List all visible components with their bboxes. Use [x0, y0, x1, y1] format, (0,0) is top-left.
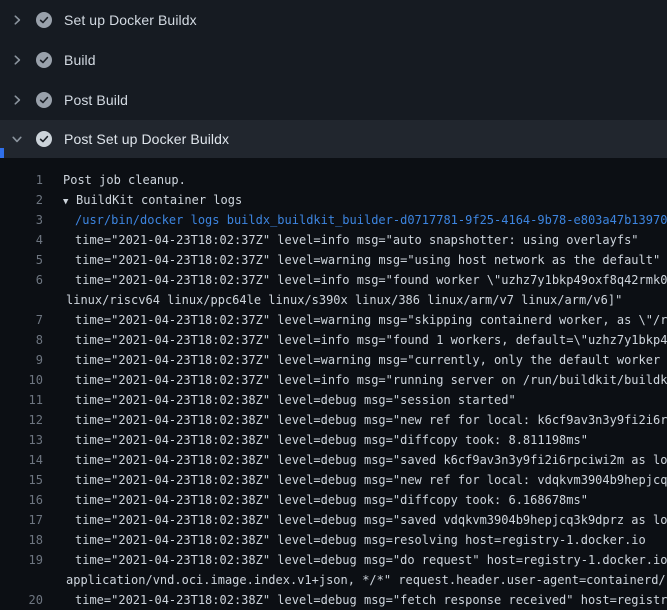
log-line: 18 time="2021-04-23T18:02:38Z" level=debu… [0, 530, 667, 550]
steps-list: Set up Docker Buildx Build Post Build Post … [0, 0, 667, 158]
chevron-down-icon [11, 133, 23, 145]
log-line-text: time="2021-04-23T18:02:37Z" level=warnin… [75, 353, 667, 367]
step-row-post-set-up-docker-buildx[interactable]: Post Set up Docker Buildx [0, 120, 667, 158]
log-line: 10 time="2021-04-23T18:02:37Z" level=info… [0, 370, 667, 390]
log-line-number[interactable]: 4 [0, 230, 43, 250]
log-line-text: time="2021-04-23T18:02:38Z" level=debug … [75, 553, 667, 567]
log-command-text: /usr/bin/docker logs buildx_buildkit_bui… [75, 213, 667, 227]
log-line-text: Post job cleanup. [63, 173, 186, 187]
check-circle-icon [36, 12, 52, 28]
check-circle-icon [36, 131, 52, 147]
log-line: 9 time="2021-04-23T18:02:37Z" level=warni… [0, 350, 667, 370]
log-line-number[interactable]: 2 [0, 190, 43, 210]
log-line: 16 time="2021-04-23T18:02:38Z" level=debu… [0, 490, 667, 510]
log-line: 7 time="2021-04-23T18:02:37Z" level=warni… [0, 310, 667, 330]
log-line-text: time="2021-04-23T18:02:37Z" level=info m… [75, 273, 667, 287]
log-line-number[interactable]: 12 [0, 410, 43, 430]
check-circle-icon [36, 52, 52, 68]
check-circle-icon [36, 92, 52, 108]
log-line-text: time="2021-04-23T18:02:37Z" level=info m… [75, 333, 667, 347]
log-line: 12 time="2021-04-23T18:02:38Z" level=debu… [0, 410, 667, 430]
log-line-number [0, 290, 43, 310]
log-line: 6 time="2021-04-23T18:02:37Z" level=info … [0, 270, 667, 290]
log-line-number[interactable]: 9 [0, 350, 43, 370]
log-line-text: time="2021-04-23T18:02:38Z" level=debug … [75, 453, 667, 467]
log-line-number[interactable]: 6 [0, 270, 43, 290]
log-line-text: time="2021-04-23T18:02:37Z" level=info m… [75, 233, 639, 247]
log-line: 1 Post job cleanup. [0, 170, 667, 190]
log-line: 3/usr/bin/docker logs buildx_buildkit_bu… [0, 210, 667, 230]
log-line-text: linux/riscv64 linux/ppc64le linux/s390x … [66, 293, 622, 307]
step-row-build[interactable]: Build [0, 40, 667, 80]
log-line-text: time="2021-04-23T18:02:38Z" level=debug … [75, 413, 667, 427]
step-row-post-build[interactable]: Post Build [0, 80, 667, 120]
log-line-number[interactable]: 18 [0, 530, 43, 550]
log-line: 20 time="2021-04-23T18:02:38Z" level=debu… [0, 590, 667, 610]
log-line: 4 time="2021-04-23T18:02:37Z" level=info … [0, 230, 667, 250]
log-line-number[interactable]: 5 [0, 250, 43, 270]
log-line: 13 time="2021-04-23T18:02:38Z" level=debu… [0, 430, 667, 450]
log-line-number[interactable]: 17 [0, 510, 43, 530]
log-line: 8 time="2021-04-23T18:02:37Z" level=info … [0, 330, 667, 350]
log-line-text: time="2021-04-23T18:02:38Z" level=debug … [75, 513, 667, 527]
log-line-number[interactable]: 20 [0, 590, 43, 610]
log-line-number[interactable]: 16 [0, 490, 43, 510]
log-line-text: time="2021-04-23T18:02:38Z" level=debug … [75, 473, 667, 487]
log-line-continuation: linux/riscv64 linux/ppc64le linux/s390x … [0, 290, 667, 310]
log-line-text: time="2021-04-23T18:02:38Z" level=debug … [75, 433, 588, 447]
log-line-number[interactable]: 15 [0, 470, 43, 490]
log-line-number[interactable]: 14 [0, 450, 43, 470]
log-line-number[interactable]: 8 [0, 330, 43, 350]
log-line-number[interactable]: 11 [0, 390, 43, 410]
step-label: Post Set up Docker Buildx [64, 131, 229, 147]
log-line-continuation: application/vnd.oci.image.index.v1+json,… [0, 570, 667, 590]
log-line-text: time="2021-04-23T18:02:37Z" level=warnin… [75, 313, 667, 327]
log-line-number[interactable]: 7 [0, 310, 43, 330]
step-label: Set up Docker Buildx [64, 12, 197, 28]
group-collapse-toggle-icon[interactable]: ▼ [63, 192, 76, 210]
log-line: 2 ▼BuildKit container logs [0, 190, 667, 210]
log-line: 19 time="2021-04-23T18:02:38Z" level=debu… [0, 550, 667, 570]
log-line-text: application/vnd.oci.image.index.v1+json,… [66, 573, 667, 587]
log-line-number[interactable]: 19 [0, 550, 43, 570]
log-line-number[interactable]: 3 [0, 210, 43, 230]
log-viewer[interactable]: 1 Post job cleanup. 2 ▼BuildKit container l… [0, 158, 667, 610]
log-line-number[interactable]: 10 [0, 370, 43, 390]
step-row-set-up-docker-buildx[interactable]: Set up Docker Buildx [0, 0, 667, 40]
chevron-right-icon [11, 94, 23, 106]
log-line-text: time="2021-04-23T18:02:37Z" level=info m… [75, 373, 667, 387]
step-label: Build [64, 52, 96, 68]
log-line-number[interactable]: 13 [0, 430, 43, 450]
log-line-text: time="2021-04-23T18:02:38Z" level=debug … [75, 593, 667, 607]
log-line-text: time="2021-04-23T18:02:38Z" level=debug … [75, 493, 588, 507]
log-line-number [0, 570, 43, 590]
log-line-text: time="2021-04-23T18:02:38Z" level=debug … [75, 393, 516, 407]
log-line: 5 time="2021-04-23T18:02:37Z" level=warni… [0, 250, 667, 270]
log-line-text: BuildKit container logs [76, 193, 242, 207]
focus-indicator [0, 148, 4, 158]
log-line-text: time="2021-04-23T18:02:38Z" level=debug … [75, 533, 646, 547]
log-line: 15 time="2021-04-23T18:02:38Z" level=debu… [0, 470, 667, 490]
log-line-number[interactable]: 1 [0, 170, 43, 190]
log-line: 11 time="2021-04-23T18:02:38Z" level=debu… [0, 390, 667, 410]
chevron-right-icon [11, 14, 23, 26]
log-line: 14 time="2021-04-23T18:02:38Z" level=debu… [0, 450, 667, 470]
step-label: Post Build [64, 92, 128, 108]
chevron-right-icon [11, 54, 23, 66]
log-line: 17 time="2021-04-23T18:02:38Z" level=debu… [0, 510, 667, 530]
log-line-text: time="2021-04-23T18:02:37Z" level=warnin… [75, 253, 660, 267]
